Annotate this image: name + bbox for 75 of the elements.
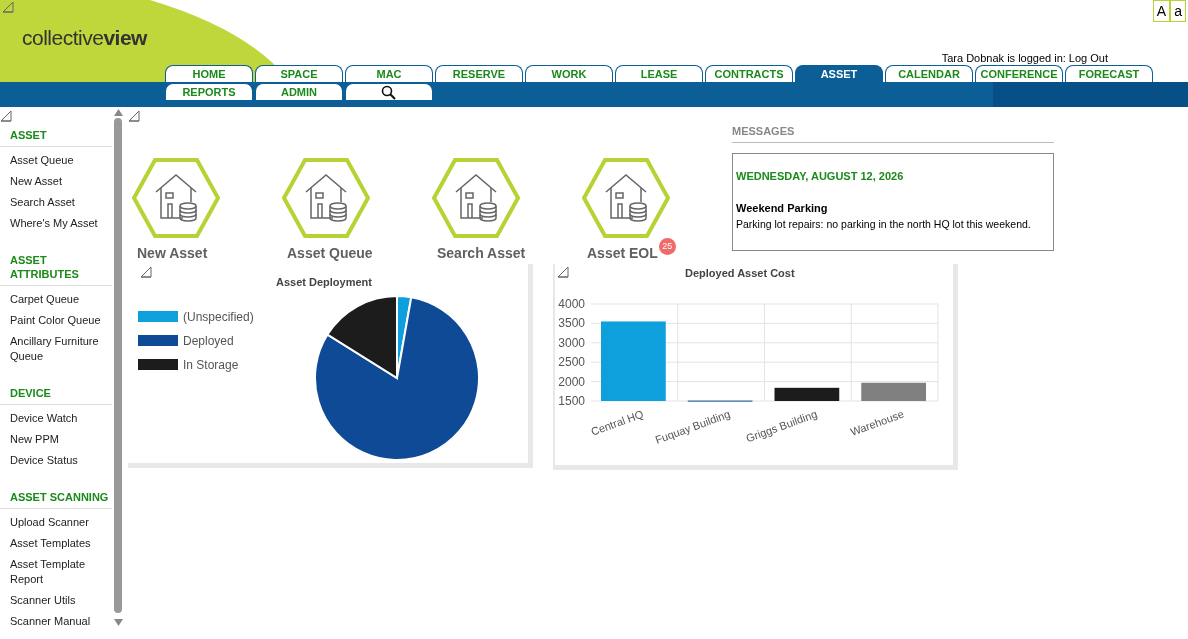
sidebar-link[interactable]: Upload Scanner	[0, 509, 112, 530]
axis-tick-label: 2500	[558, 354, 585, 369]
tile-link[interactable]: New Asset	[137, 244, 208, 262]
nav-tab[interactable]: ASSET	[795, 65, 883, 82]
resize-icon[interactable]	[0, 110, 12, 122]
sidebar-heading: DEVICE	[0, 380, 112, 405]
message-body: Parking lot repairs: no parking in the north HQ lot this weekend.	[736, 216, 1032, 232]
logout-link[interactable]: Log Out	[1068, 52, 1108, 64]
bar	[774, 387, 840, 401]
font-size-button[interactable]: a	[1170, 0, 1186, 22]
logo[interactable]: collectiveview	[0, 0, 147, 65]
house-database-icon	[132, 158, 220, 238]
sidebar-link[interactable]: Ancillary Furniture Queue	[0, 328, 112, 364]
nav-tab[interactable]: MAC	[345, 65, 433, 82]
nav-tab[interactable]: REPORTS	[165, 83, 253, 100]
resize-icon[interactable]	[2, 1, 14, 13]
legend-label: In Storage	[183, 356, 239, 374]
messages-heading: MESSAGES	[732, 123, 1054, 143]
axis-tick-label: 4000	[558, 296, 585, 311]
bar	[861, 382, 926, 401]
search-icon	[381, 84, 397, 100]
sidebar-link[interactable]: New Asset	[0, 168, 112, 189]
chart-title: Deployed Asset Cost	[685, 266, 795, 281]
sidebar-link[interactable]: Asset Queue	[0, 147, 112, 168]
sidebar-link[interactable]: Asset Templates	[0, 530, 112, 551]
sidebar-link[interactable]: Device Watch	[0, 405, 112, 426]
nav-tab[interactable]: SPACE	[255, 65, 343, 82]
legend-label: (Unspecified)	[183, 308, 254, 326]
resize-icon[interactable]	[557, 266, 569, 278]
nav-tab[interactable]: WORK	[525, 65, 613, 82]
sidebar-link[interactable]: Device Status	[0, 447, 112, 468]
axis-category-label: Fuquay Building	[653, 407, 732, 446]
resize-icon[interactable]	[140, 266, 152, 278]
resize-icon[interactable]	[128, 110, 140, 122]
sidebar-heading: ASSET	[0, 122, 112, 147]
house-database-icon	[432, 158, 520, 238]
nav-tab[interactable]: LEASE	[615, 65, 703, 82]
nav-tab[interactable]: CONFERENCE	[975, 65, 1063, 82]
sidebar-heading: ASSET SCANNING	[0, 484, 112, 509]
message-title: Weekend Parking	[736, 201, 829, 216]
nav-tab[interactable]: CALENDAR	[885, 65, 973, 82]
sidebar-link[interactable]: Paint Color Queue	[0, 307, 112, 328]
scrollbar-thumb[interactable]	[114, 118, 122, 613]
nav-tab[interactable]: CONTRACTS	[705, 65, 793, 82]
nav-tab[interactable]	[345, 83, 433, 100]
tile-link[interactable]: Asset Queue	[287, 244, 373, 262]
sidebar-link[interactable]: New PPM	[0, 426, 112, 447]
axis-tick-label: 3000	[558, 335, 585, 350]
tile-link[interactable]: Search Asset	[437, 244, 526, 262]
axis-category-label: Griggs Building	[744, 407, 819, 444]
scroll-down-icon[interactable]	[113, 619, 123, 626]
font-size-button[interactable]: A	[1152, 0, 1171, 22]
legend-label: Deployed	[183, 332, 234, 350]
axis-tick-label: 1500	[558, 393, 585, 408]
sidebar-link[interactable]: Search Asset	[0, 189, 112, 210]
nav-tab[interactable]: FORECAST	[1065, 65, 1153, 82]
login-status: Tara Dobnak is logged in:	[941, 52, 1066, 64]
sidebar-link[interactable]: Asset Template Report	[0, 551, 112, 587]
house-database-icon	[582, 158, 670, 238]
sidebar-link[interactable]: Scanner Utils	[0, 587, 112, 608]
house-database-icon	[282, 158, 370, 238]
sidebar-link[interactable]: Where's My Asset	[0, 210, 112, 231]
tile-link[interactable]: Asset EOL	[587, 244, 658, 262]
sidebar-link[interactable]: Scanner Manual	[0, 608, 112, 629]
nav-tab[interactable]: HOME	[165, 65, 253, 82]
count-badge: 25	[658, 238, 676, 255]
chart-title: Asset Deployment	[276, 275, 372, 290]
message-date: WEDNESDAY, AUGUST 12, 2026	[736, 168, 905, 184]
sidebar-link[interactable]: Carpet Queue	[0, 286, 112, 307]
nav-tab[interactable]: ADMIN	[255, 83, 343, 100]
axis-tick-label: 2000	[558, 374, 585, 389]
sidebar-heading: ASSET ATTRIBUTES	[0, 247, 112, 286]
scroll-up-icon[interactable]	[113, 109, 123, 116]
axis-tick-label: 3500	[558, 315, 585, 330]
nav-tab[interactable]: RESERVE	[435, 65, 523, 82]
